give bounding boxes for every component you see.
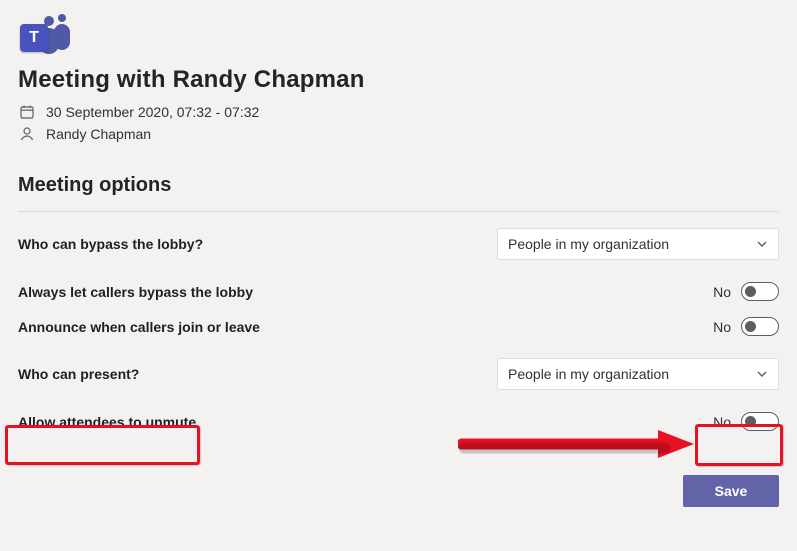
toggle-text-announce: No xyxy=(713,319,731,335)
teams-tile-letter: T xyxy=(20,24,48,52)
option-row-who-can-present: Who can present? People in my organizati… xyxy=(18,344,779,404)
option-label-who-can-present: Who can present? xyxy=(18,366,139,382)
toggle-text-callers-bypass: No xyxy=(713,284,731,300)
option-row-bypass-lobby: Who can bypass the lobby? People in my o… xyxy=(18,214,779,274)
select-who-can-present[interactable]: People in my organization xyxy=(497,358,779,390)
toggle-announce[interactable] xyxy=(741,317,779,336)
option-label-allow-unmute: Allow attendees to unmute xyxy=(18,414,196,430)
calendar-icon xyxy=(18,104,36,120)
person-icon xyxy=(18,126,36,142)
meeting-title: Meeting with Randy Chapman xyxy=(18,66,779,94)
select-bypass-lobby[interactable]: People in my organization xyxy=(497,228,779,260)
chevron-down-icon xyxy=(756,368,768,380)
select-value-bypass-lobby: People in my organization xyxy=(508,236,669,252)
meeting-datetime: 30 September 2020, 07:32 - 07:32 xyxy=(46,104,259,120)
option-label-bypass-lobby: Who can bypass the lobby? xyxy=(18,236,203,252)
meeting-organizer: Randy Chapman xyxy=(46,126,151,142)
toggle-text-allow-unmute: No xyxy=(713,414,731,430)
divider xyxy=(18,211,779,212)
option-row-callers-bypass: Always let callers bypass the lobby No xyxy=(18,274,779,309)
meeting-datetime-row: 30 September 2020, 07:32 - 07:32 xyxy=(18,104,779,120)
teams-app-icon: T xyxy=(18,14,72,58)
section-title: Meeting options xyxy=(18,174,779,197)
toggle-allow-unmute[interactable] xyxy=(741,412,779,431)
meeting-organizer-row: Randy Chapman xyxy=(18,126,779,142)
option-label-announce: Announce when callers join or leave xyxy=(18,319,260,335)
save-button[interactable]: Save xyxy=(683,475,779,507)
option-label-callers-bypass: Always let callers bypass the lobby xyxy=(18,284,253,300)
chevron-down-icon xyxy=(756,238,768,250)
select-value-who-can-present: People in my organization xyxy=(508,366,669,382)
option-row-announce: Announce when callers join or leave No xyxy=(18,309,779,344)
option-row-allow-unmute: Allow attendees to unmute No xyxy=(18,404,779,439)
toggle-callers-bypass[interactable] xyxy=(741,282,779,301)
